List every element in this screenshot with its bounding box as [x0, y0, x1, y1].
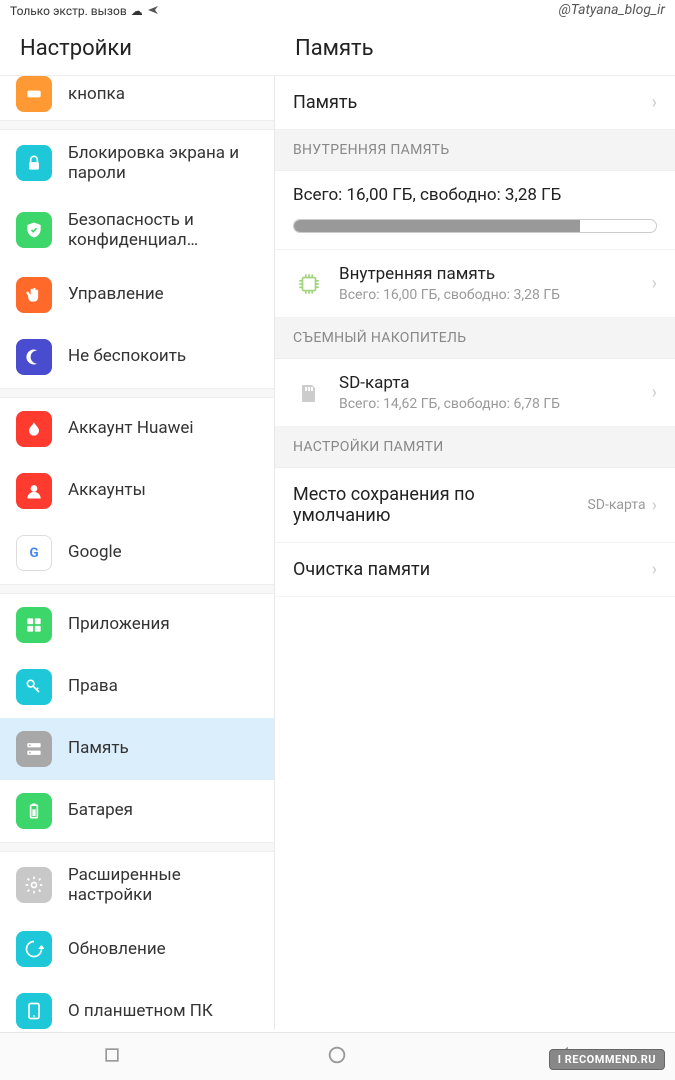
sidebar-item-label: Обновление	[68, 939, 166, 959]
sidebar-item-storage[interactable]: Память	[0, 718, 274, 780]
sidebar-separator	[0, 584, 274, 594]
shield-icon	[16, 212, 52, 248]
content-pane: Память › ВНУТРЕННЯЯ ПАМЯТЬ Всего: 16,00 …	[275, 76, 675, 1030]
storage-summary: Всего: 16,00 ГБ, свободно: 3,28 ГБ	[275, 171, 675, 250]
nav-recent-button[interactable]	[102, 1045, 122, 1069]
sidebar-item-google[interactable]: G Google	[0, 522, 274, 584]
sd-title: SD-карта	[339, 373, 632, 393]
sidebar-title: Настройки	[0, 22, 275, 75]
sidebar-separator	[0, 120, 274, 130]
person-icon	[16, 473, 52, 509]
sidebar-item-label: кнопка	[68, 84, 125, 104]
sidebar-item-label: Аккаунт Huawei	[68, 418, 194, 438]
sidebar-item-label: Приложения	[68, 614, 170, 634]
section-settings: НАСТРОЙКИ ПАМЯТИ	[275, 427, 675, 468]
cloud-icon: ☁	[131, 4, 143, 18]
chip-icon	[293, 268, 325, 300]
memory-row-label: Память	[293, 92, 357, 113]
watermark-bottom: I RECOMMEND.RU	[549, 1049, 665, 1070]
sidebar-item-battery[interactable]: Батарея	[0, 780, 274, 842]
sidebar-separator	[0, 842, 274, 852]
sidebar-separator	[0, 388, 274, 398]
default-location-label: Место сохранения по умолчанию	[293, 484, 513, 526]
gear-icon	[16, 867, 52, 903]
lock-icon	[16, 145, 52, 181]
sidebar-item-label: Расширенные настройки	[68, 865, 258, 906]
sidebar-item-moon[interactable]: Не беспокоить	[0, 326, 274, 388]
sidebar-item-gear[interactable]: Расширенные настройки	[0, 852, 274, 919]
storage-progress-bar	[293, 219, 657, 233]
chevron-right-icon: ›	[652, 382, 657, 403]
default-location-row[interactable]: Место сохранения по умолчанию SD-карта ›	[275, 468, 675, 543]
battery-icon	[16, 793, 52, 829]
memory-row[interactable]: Память ›	[275, 76, 675, 130]
sidebar: кнопка Блокировка экрана и пароли Безопасн…	[0, 76, 275, 1030]
section-removable: СЪЕМНЫЙ НАКОПИТЕЛЬ	[275, 318, 675, 359]
internal-storage-item[interactable]: Внутренняя память Всего: 16,00 ГБ, свобо…	[275, 250, 675, 318]
sd-card-item[interactable]: SD-карта Всего: 14,62 ГБ, свободно: 6,78…	[275, 359, 675, 427]
nav-home-button[interactable]	[326, 1044, 348, 1070]
sidebar-item-label: Блокировка экрана и пароли	[68, 143, 258, 184]
sidebar-item-label: Аккаунты	[68, 480, 146, 500]
apps-icon	[16, 607, 52, 643]
sidebar-item-apps[interactable]: Приложения	[0, 594, 274, 656]
huawei-icon	[16, 411, 52, 447]
page-title: Память	[275, 22, 675, 75]
sidebar-item-label: Батарея	[68, 800, 133, 820]
sidebar-item-person[interactable]: Аккаунты	[0, 460, 274, 522]
internal-title: Внутренняя память	[339, 264, 632, 284]
sidebar-item-label: Права	[68, 676, 118, 696]
sidebar-item-label: Безопасность и конфиденциал…	[68, 210, 258, 251]
sidebar-item-label: Google	[68, 542, 122, 562]
storage-icon	[16, 731, 52, 767]
chevron-right-icon: ›	[652, 92, 657, 113]
default-location-value: SD-карта	[587, 497, 645, 513]
sidebar-item-label: О планшетном ПК	[68, 1001, 213, 1021]
cleanup-label: Очистка памяти	[293, 559, 430, 580]
sidebar-item-label: Память	[68, 738, 129, 758]
info-icon	[16, 993, 52, 1029]
update-icon	[16, 931, 52, 967]
section-internal: ВНУТРЕННЯЯ ПАМЯТЬ	[275, 130, 675, 171]
chevron-right-icon: ›	[652, 495, 657, 516]
status-text: Только экстр. вызов	[10, 4, 127, 18]
hand-icon	[16, 277, 52, 313]
google-icon: G	[16, 535, 52, 571]
sidebar-item-key[interactable]: Права	[0, 656, 274, 718]
sidebar-item-label: Управление	[68, 284, 164, 304]
watermark-top: @Tatyana_blog_ir	[559, 2, 665, 18]
cleanup-row[interactable]: Очистка памяти ›	[275, 543, 675, 597]
button-icon	[16, 76, 52, 112]
internal-sub: Всего: 16,00 ГБ, свободно: 3,28 ГБ	[339, 287, 632, 303]
svg-text:G: G	[29, 546, 38, 561]
key-icon	[16, 669, 52, 705]
sidebar-item-info[interactable]: О планшетном ПК	[0, 980, 274, 1030]
sidebar-item-button[interactable]: кнопка	[0, 76, 274, 120]
plane-icon	[147, 4, 159, 19]
chevron-right-icon: ›	[652, 559, 657, 580]
sidebar-item-hand[interactable]: Управление	[0, 264, 274, 326]
sidebar-item-label: Не беспокоить	[68, 346, 186, 366]
chevron-right-icon: ›	[652, 273, 657, 294]
sd-card-icon	[293, 377, 325, 409]
sidebar-item-huawei[interactable]: Аккаунт Huawei	[0, 398, 274, 460]
sidebar-item-update[interactable]: Обновление	[0, 918, 274, 980]
storage-progress-fill	[294, 220, 580, 232]
storage-total-text: Всего: 16,00 ГБ, свободно: 3,28 ГБ	[293, 185, 657, 205]
moon-icon	[16, 339, 52, 375]
sidebar-item-lock[interactable]: Блокировка экрана и пароли	[0, 130, 274, 197]
sd-sub: Всего: 14,62 ГБ, свободно: 6,78 ГБ	[339, 396, 632, 412]
sidebar-item-shield[interactable]: Безопасность и конфиденциал…	[0, 197, 274, 264]
